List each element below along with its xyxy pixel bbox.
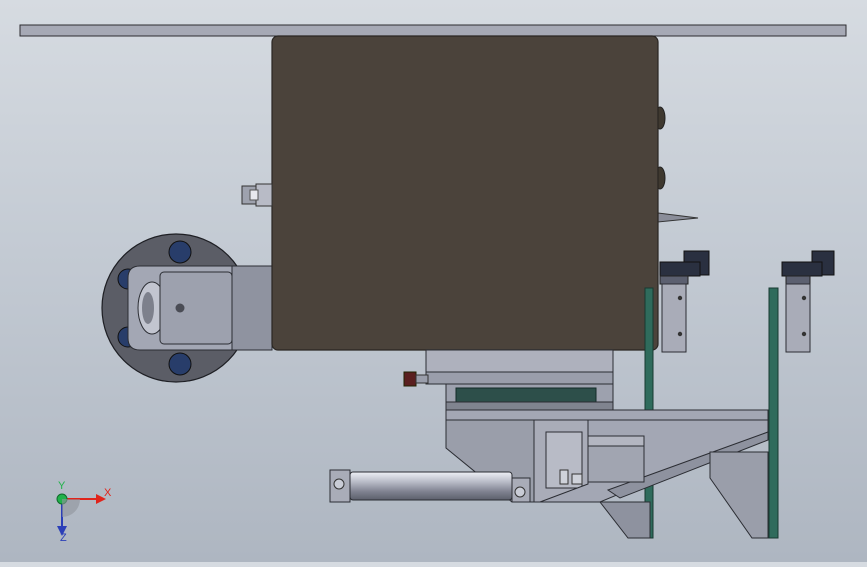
sensor-bracket-right[interactable]: [781, 250, 835, 353]
wheel-bolt: [168, 352, 192, 376]
wheel-assembly[interactable]: [101, 233, 273, 383]
z-axis-label: Z: [60, 532, 67, 544]
coordinate-triad: X Y Z: [40, 478, 120, 548]
wheel-bolt: [168, 240, 192, 264]
guide-rail-right[interactable]: [768, 287, 779, 539]
blade-tip: [657, 212, 699, 223]
pneumatic-cylinder[interactable]: [329, 469, 531, 503]
main-housing[interactable]: [271, 35, 659, 351]
x-axis-label: X: [104, 487, 112, 499]
sensor-bracket-left[interactable]: [659, 250, 710, 353]
y-axis-label: Y: [58, 480, 66, 492]
side-fitting[interactable]: [241, 183, 273, 207]
assembly-drawing: [19, 24, 847, 539]
cad-viewport[interactable]: [0, 0, 867, 562]
adjust-bolt[interactable]: [403, 371, 429, 387]
top-plate[interactable]: [19, 24, 847, 37]
